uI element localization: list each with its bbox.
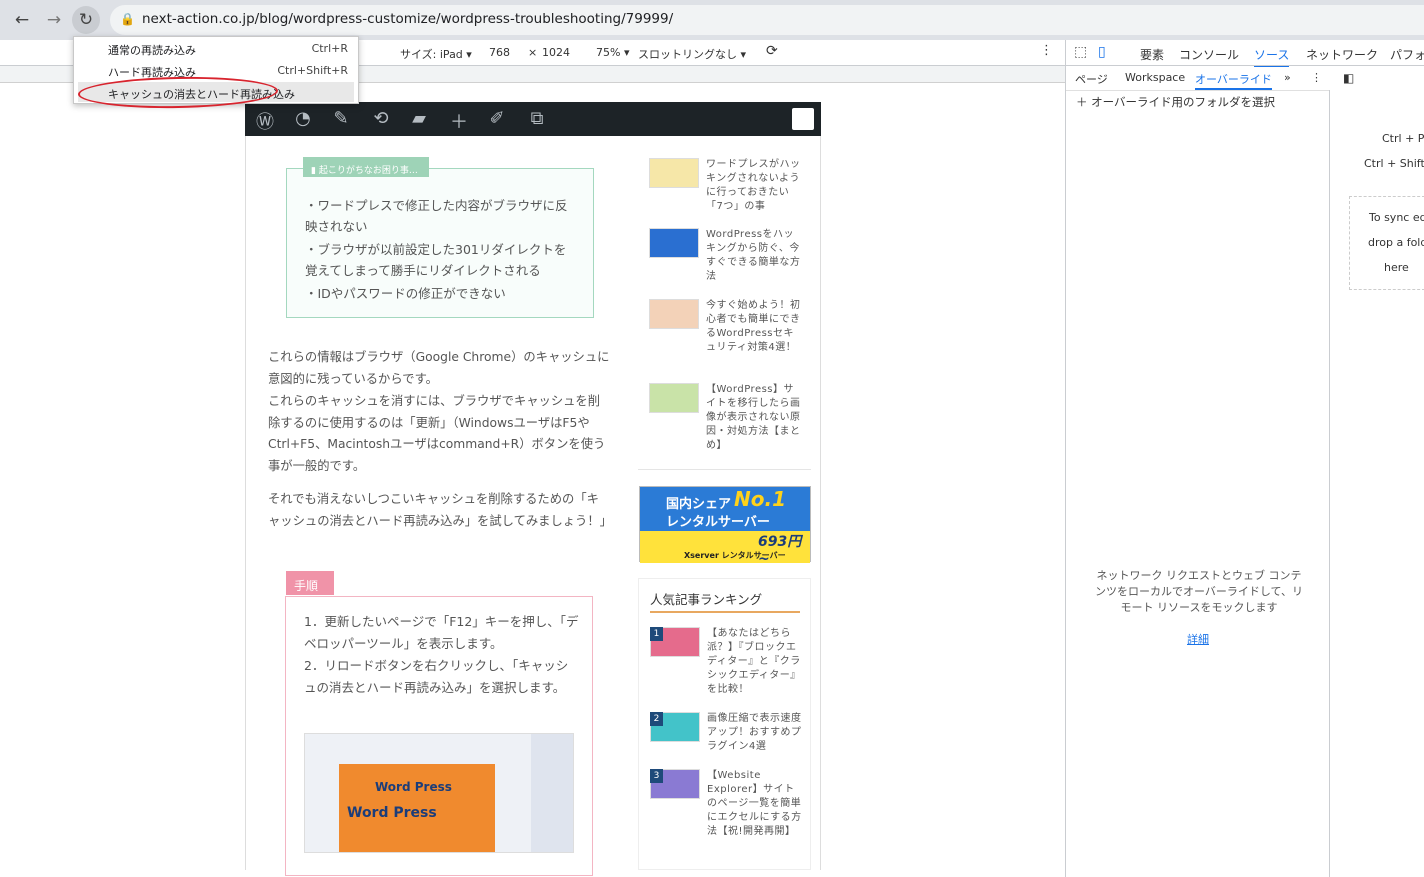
paragraph: これらのキャッシュを消すには、ブラウザでキャッシュを削除するのに使用するのは「更… — [268, 394, 606, 474]
list-item-title[interactable]: 【あなたはどちら派？】『ブロックエディター』と『クラシックエディター』を比較！ — [707, 627, 803, 697]
menu-shortcut: Ctrl+R — [311, 42, 348, 55]
list-item-title[interactable]: 【WordPress】サイトを移行したら画像が表示されない原因・対処方法【まとめ… — [706, 383, 802, 453]
browser-toolbar: ← → ↻ 🔒 next-action.co.jp/blog/wordpress… — [0, 0, 1424, 40]
chevron-more-icon[interactable]: » — [1284, 71, 1291, 84]
copy-icon[interactable]: ⧉ — [525, 108, 549, 129]
list-item-title[interactable]: 画像圧縮で表示速度アップ！おすすめプラグイン4選 — [707, 712, 803, 754]
menu-shortcut: Ctrl+Shift+R — [277, 64, 348, 77]
step-item: 1．更新したいページで「F12」キーを押し、「デベロッパーツール」を表示します。 — [304, 614, 579, 651]
tab-sources[interactable]: ソース — [1254, 46, 1290, 67]
zoom-select[interactable]: 75% ▾ — [596, 46, 629, 59]
device-size-select[interactable]: サイズ: iPad ▾ — [400, 46, 472, 62]
list-item-title[interactable]: 【Website Explorer】サイトのページ一覧を簡単にエクセルにする方法… — [707, 769, 803, 839]
rank-badge: 2 — [650, 712, 663, 726]
more-vertical-icon[interactable]: ⋮ — [1040, 43, 1053, 58]
shortcut-hint: Ctrl + Shift + — [1364, 157, 1424, 170]
avatar[interactable] — [792, 108, 814, 130]
subtab-workspace[interactable]: Workspace — [1125, 71, 1185, 84]
back-arrow-icon[interactable]: ← — [8, 6, 36, 34]
sidebar-toggle-icon[interactable]: ◧ — [1343, 71, 1354, 85]
lock-icon: 🔒 — [120, 12, 135, 26]
url-text[interactable]: next-action.co.jp/blog/wordpress-customi… — [142, 11, 673, 27]
wp-admin-bar: Ⓦ ◔ ✎ ⟲ ▰ ＋ ✐ ⧉ — [245, 102, 821, 136]
customize-brush-icon[interactable]: ✎ — [329, 108, 353, 129]
tab-console[interactable]: コンソール — [1179, 46, 1239, 63]
list-item[interactable]: WordPressをハッキングから防ぐ、今すぐできる簡単な方法 — [649, 228, 809, 298]
ad-text: 国内シェア — [666, 497, 732, 512]
drop-zone-text: To sync ed — [1369, 211, 1424, 224]
ad-text: レンタルサーバー — [666, 515, 770, 530]
comment-icon[interactable]: ▰ — [407, 108, 431, 129]
update-icon[interactable]: ⟲ — [369, 108, 393, 129]
trouble-item: ・ブラウザが以前設定した301リダイレクトを覚えてしまって勝手にリダイレクトされ… — [305, 242, 567, 278]
list-item-title[interactable]: WordPressをハッキングから防ぐ、今すぐできる簡単な方法 — [706, 228, 802, 284]
inspect-icon[interactable]: ⬚ — [1074, 44, 1087, 60]
list-item[interactable]: ワードプレスがハッキングされないように行っておきたい「7つ」の事 — [649, 158, 809, 228]
drop-zone-text: drop a fold — [1368, 236, 1424, 249]
ad-brand: Xserver レンタルサーバー — [684, 551, 786, 560]
shot-label: Word Press — [375, 780, 452, 794]
rank-badge: 3 — [650, 769, 663, 783]
ranking-item[interactable]: 1 【あなたはどちら派？】『ブロックエディター』と『クラシックエディター』を比較… — [650, 627, 810, 697]
overrides-description: ネットワーク リクエストとウェブ コンテンツをローカルでオーバーライドして、リモ… — [1094, 569, 1303, 614]
thumbnail — [649, 158, 699, 188]
steps-tag: 手順 — [286, 571, 334, 595]
paragraph: これらの情報はブラウザ（Google Chrome）のキャッシュに意図的に残って… — [268, 350, 610, 386]
paragraph: それでも消えないしつこいキャッシュを削除するための「キャッシュの消去とハード再読… — [268, 492, 612, 528]
list-item[interactable]: 【WordPress】サイトを移行したら画像が表示されない原因・対処方法【まとめ… — [649, 383, 809, 453]
more-vertical-icon[interactable]: ⋮ — [1311, 71, 1322, 84]
ranking-widget: 人気記事ランキング 1 【あなたはどちら派？】『ブロックエディター』と『クラシッ… — [638, 578, 811, 870]
select-folder-button[interactable]: ＋ オーバーライド用のフォルダを選択 — [1076, 94, 1275, 110]
menu-item-normal-reload[interactable]: 通常の再読み込み — [108, 42, 196, 58]
screenshot-image: Word Press Word Press — [304, 733, 574, 853]
tab-elements[interactable]: 要素 — [1140, 46, 1164, 63]
list-item[interactable]: 今すぐ始めよう！初心者でも簡単にできるWordPressセキュリティ対策4選！ — [649, 299, 809, 369]
subtab-overrides[interactable]: オーバーライド — [1195, 71, 1272, 90]
tab-network[interactable]: ネットワーク — [1306, 46, 1378, 63]
throttle-select[interactable]: スロットリングなし ▾ — [638, 46, 746, 62]
trouble-box: ▮ 起こりがちなお困り事… ・ワードプレスで修正した内容がブラウザに反映されない… — [286, 157, 594, 318]
divider — [638, 469, 811, 470]
drop-zone-text: here — [1384, 261, 1409, 274]
new-post-plus-icon[interactable]: ＋ — [447, 108, 471, 134]
thumbnail — [649, 299, 699, 329]
edit-pencil-icon[interactable]: ✐ — [485, 108, 509, 129]
xserver-ad-banner[interactable]: 国内シェア No.1 レンタルサーバー 693円~ Xserver レンタルサー… — [639, 486, 811, 567]
thumbnail — [649, 383, 699, 413]
reload-icon[interactable]: ↻ — [72, 6, 100, 34]
rotate-icon[interactable]: ⟳ — [766, 43, 778, 59]
device-toggle-icon[interactable]: ▯ — [1098, 44, 1106, 60]
drop-zone[interactable]: To sync ed drop a fold here — [1349, 196, 1424, 290]
steps-box: 手順 1．更新したいページで「F12」キーを押し、「デベロッパーツール」を表示し… — [285, 571, 593, 876]
shortcut-hint: Ctrl + P — [1382, 132, 1424, 145]
list-item-title[interactable]: 今すぐ始めよう！初心者でも簡単にできるWordPressセキュリティ対策4選！ — [706, 299, 802, 355]
list-item-title[interactable]: ワードプレスがハッキングされないように行っておきたい「7つ」の事 — [706, 158, 802, 214]
ranking-item[interactable]: 3 【Website Explorer】サイトのページ一覧を簡単にエクセルにする… — [650, 769, 810, 839]
width-field[interactable]: 768 — [489, 46, 510, 59]
sidebar: ワードプレスがハッキングされないように行っておきたい「7つ」の事 WordPre… — [638, 136, 811, 870]
trouble-item: ・IDやパスワードの修正ができない — [305, 286, 506, 301]
subtab-page[interactable]: ページ — [1075, 71, 1108, 87]
learn-more-link[interactable]: 詳細 — [1187, 631, 1209, 647]
thumbnail — [649, 228, 699, 258]
ad-text: No.1 — [734, 487, 786, 511]
ad-price: 693円~ — [758, 534, 802, 567]
step-item: 2．リロードボタンを右クリックし、「キャッシュの消去とハード再読み込み」を選択し… — [304, 658, 569, 695]
trouble-tag: ▮ 起こりがちなお困り事… — [303, 157, 429, 177]
tab-performance[interactable]: パフォー — [1390, 46, 1424, 63]
height-field[interactable]: 1024 — [542, 46, 570, 59]
ranking-title: 人気記事ランキング — [650, 589, 800, 613]
dashboard-icon[interactable]: ◔ — [291, 108, 315, 129]
rank-badge: 1 — [650, 627, 663, 641]
times-sign: × — [528, 46, 538, 59]
trouble-item: ・ワードプレスで修正した内容がブラウザに反映されない — [305, 198, 568, 234]
forward-arrow-icon[interactable]: → — [40, 6, 68, 34]
devtools-panel: ⬚ ▯ 要素 コンソール ソース ネットワーク パフォー ページ Workspa… — [1065, 40, 1424, 877]
address-bar[interactable]: 🔒 next-action.co.jp/blog/wordpress-custo… — [110, 5, 1424, 35]
shot-label: Word Press — [347, 805, 437, 821]
wordpress-logo-icon[interactable]: Ⓦ — [253, 108, 277, 134]
